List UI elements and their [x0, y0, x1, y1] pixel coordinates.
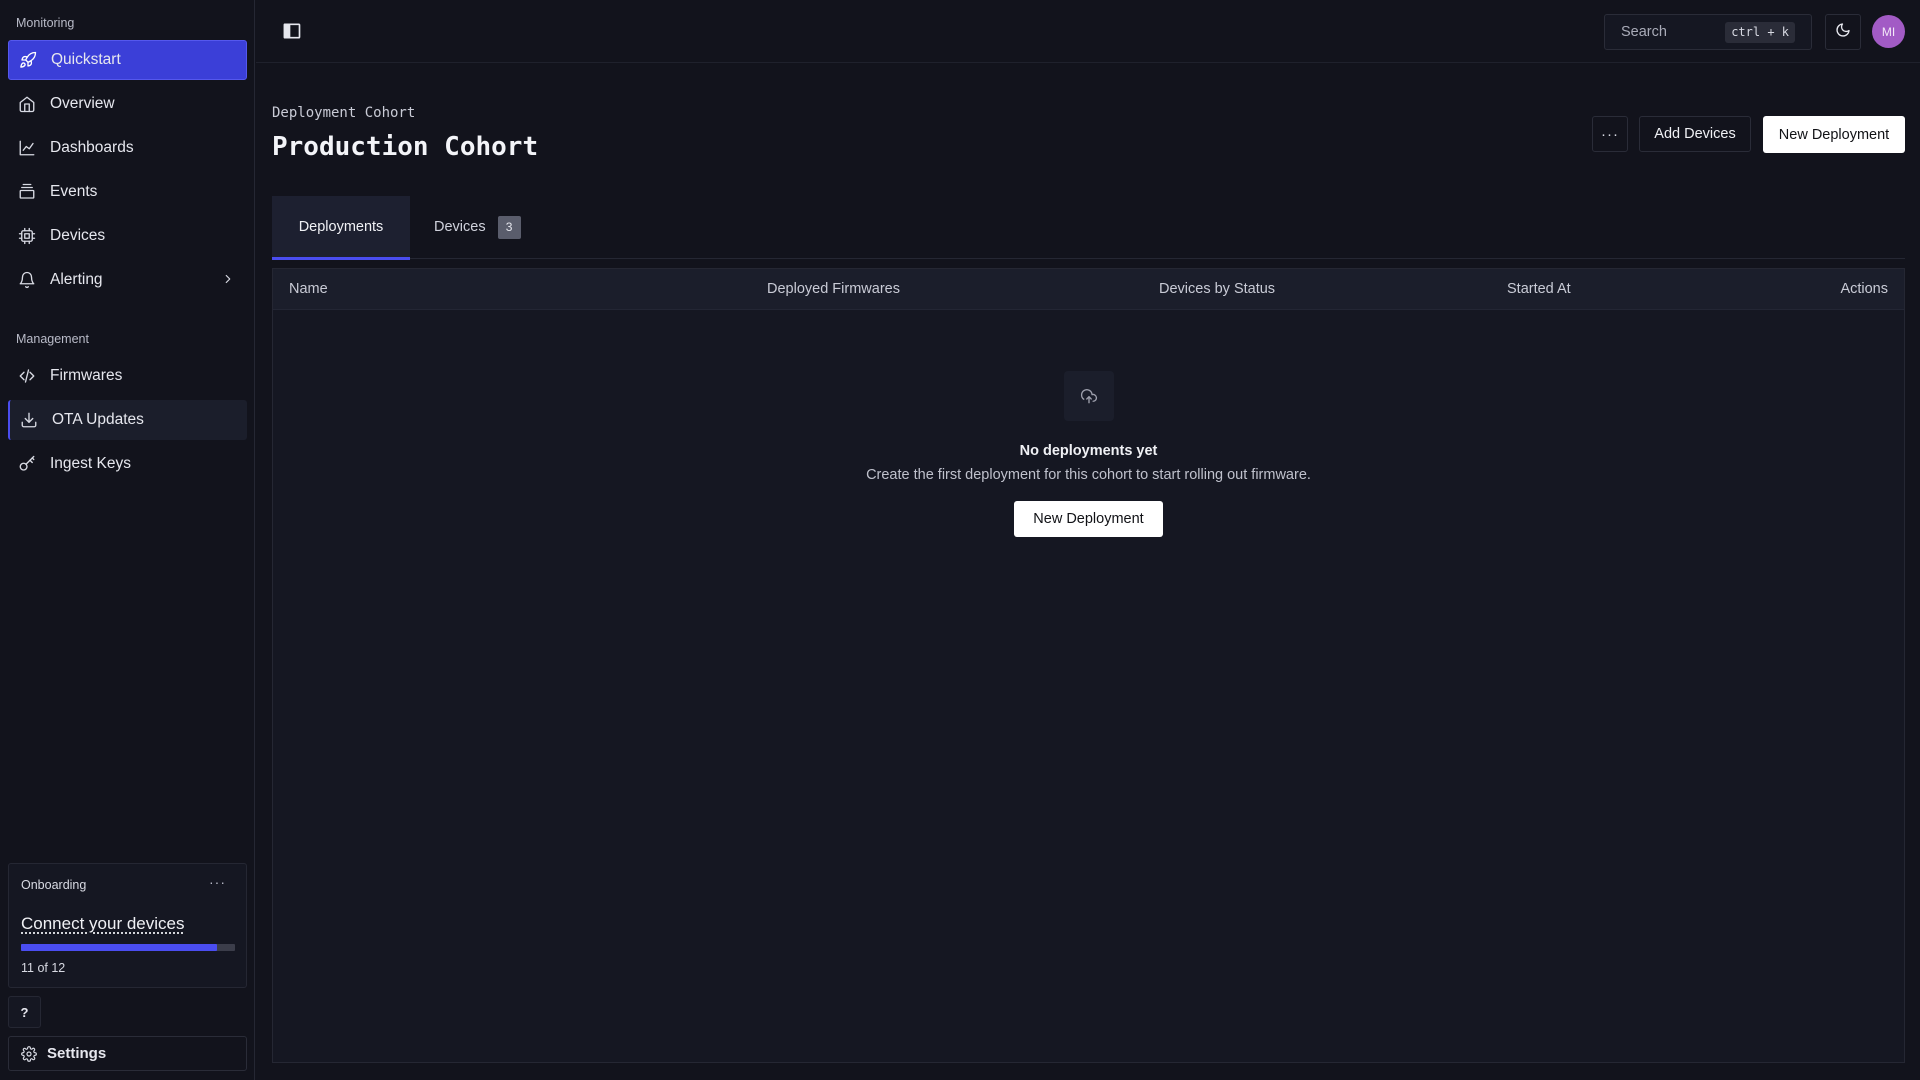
deployments-table: Name Deployed Firmwares Devices by Statu…: [272, 268, 1905, 1063]
monitoring-section-label: Monitoring: [16, 16, 75, 30]
moon-icon: [1835, 22, 1851, 42]
chip-icon: [18, 227, 36, 245]
layers-icon: [18, 183, 36, 201]
onboarding-title: Onboarding: [21, 878, 87, 892]
table-header: Name Deployed Firmwares Devices by Statu…: [273, 269, 1904, 310]
onboarding-progress-bar: [21, 944, 235, 951]
tabs-divider: [272, 258, 1905, 259]
empty-new-deployment-button[interactable]: New Deployment: [1014, 501, 1163, 537]
sidebar-item-label: Ingest Keys: [50, 455, 131, 472]
column-header-name[interactable]: Name: [289, 281, 328, 297]
sidebar-item-label: Overview: [50, 95, 115, 112]
sidebar-item-label: Events: [50, 183, 98, 200]
onboarding-card: Onboarding ··· Connect your devices 11 o…: [8, 863, 247, 988]
search-shortcut-badge: ctrl + k: [1725, 22, 1795, 43]
sidebar: Monitoring Quickstart Overview Dashboard…: [0, 0, 255, 1080]
search-placeholder: Search: [1621, 24, 1667, 40]
onboarding-more-icon[interactable]: ···: [209, 874, 226, 890]
code-icon: [18, 367, 36, 385]
sidebar-item-firmwares[interactable]: Firmwares: [8, 356, 247, 396]
sidebar-item-overview[interactable]: Overview: [8, 84, 247, 124]
sidebar-item-quickstart[interactable]: Quickstart: [8, 40, 247, 80]
new-deployment-button[interactable]: New Deployment: [1763, 116, 1905, 153]
management-section-label: Management: [16, 332, 89, 346]
settings-button[interactable]: Settings: [8, 1036, 247, 1071]
chart-line-icon: [18, 139, 36, 157]
home-icon: [18, 95, 36, 113]
avatar[interactable]: MI: [1872, 15, 1905, 48]
tab-deployments[interactable]: Deployments: [272, 196, 410, 260]
help-button[interactable]: ?: [8, 996, 41, 1028]
column-header-devices-by-status[interactable]: Devices by Status: [1159, 281, 1275, 297]
sidebar-item-ingest-keys[interactable]: Ingest Keys: [8, 444, 247, 484]
download-icon: [20, 411, 38, 429]
chevron-right-icon: [221, 272, 235, 286]
sidebar-item-label: Devices: [50, 227, 106, 244]
devices-count-badge: 3: [497, 215, 521, 239]
onboarding-progress-text: 11 of 12: [21, 961, 66, 975]
more-options-button[interactable]: ···: [1592, 116, 1628, 152]
empty-state-subtitle: Create the first deployment for this coh…: [866, 467, 1311, 483]
sidebar-item-label: Firmwares: [50, 367, 123, 384]
theme-toggle-button[interactable]: [1825, 14, 1861, 50]
sidebar-item-alerting[interactable]: Alerting: [8, 260, 247, 300]
sidebar-item-label: Dashboards: [50, 139, 134, 156]
rocket-icon: [19, 51, 37, 69]
sidebar-item-label: OTA Updates: [52, 411, 144, 428]
sidebar-item-label: Quickstart: [51, 51, 121, 68]
page-title: Production Cohort: [272, 132, 539, 162]
settings-label: Settings: [47, 1045, 107, 1062]
empty-state-title: No deployments yet: [1019, 443, 1158, 459]
onboarding-progress-fill: [21, 944, 218, 951]
column-header-deployed-firmwares[interactable]: Deployed Firmwares: [767, 281, 900, 297]
add-devices-button[interactable]: Add Devices: [1639, 116, 1751, 152]
sidebar-toggle-icon[interactable]: [282, 21, 302, 41]
search-input[interactable]: Search ctrl + k: [1604, 14, 1812, 50]
sidebar-item-label: Alerting: [50, 271, 103, 288]
sidebar-item-ota-updates[interactable]: OTA Updates: [8, 400, 247, 440]
tab-devices-label: Devices: [434, 219, 486, 235]
key-icon: [18, 455, 36, 473]
column-header-actions: Actions: [1840, 281, 1888, 297]
cloud-upload-icon: [1064, 371, 1114, 421]
column-header-started-at[interactable]: Started At: [1507, 281, 1571, 297]
connect-devices-link[interactable]: Connect your devices: [21, 914, 184, 934]
sidebar-item-events[interactable]: Events: [8, 172, 247, 212]
tab-devices[interactable]: Devices 3: [410, 196, 530, 258]
sidebar-item-dashboards[interactable]: Dashboards: [8, 128, 247, 168]
breadcrumb: Deployment Cohort: [272, 105, 416, 121]
sidebar-item-devices[interactable]: Devices: [8, 216, 247, 256]
bell-icon: [18, 271, 36, 289]
gear-icon: [21, 1045, 37, 1062]
